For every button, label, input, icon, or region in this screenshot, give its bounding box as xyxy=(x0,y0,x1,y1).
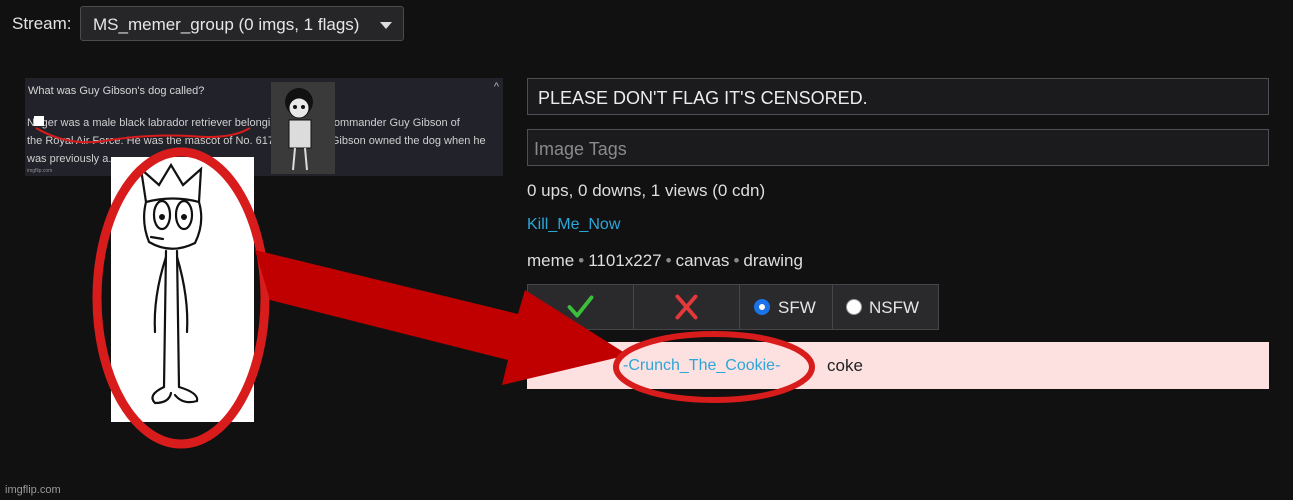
stream-dropdown[interactable]: MS_memer_group (0 imgs, 1 flags) xyxy=(80,6,404,41)
stream-label: Stream: xyxy=(12,14,72,33)
chevron-up-icon: ^ xyxy=(493,81,499,93)
nsfw-label: NSFW xyxy=(869,298,920,317)
meta-separator: • xyxy=(578,251,585,270)
stick-figure-drawing xyxy=(111,157,254,422)
preview-text-line: the Royal Air Force. He was the mascot o… xyxy=(27,135,486,147)
image-stats: 0 ups, 0 downs, 1 views (0 cdn) xyxy=(527,181,766,200)
preview-text-line: N■ger was a male black labrador retrieve… xyxy=(27,117,460,129)
meta-separator: • xyxy=(733,251,740,270)
author-link[interactable]: Kill_Me_Now xyxy=(527,216,620,234)
sketch-character-image xyxy=(271,82,335,174)
caret-down-icon xyxy=(380,22,392,29)
preview-text-line: was previously a... xyxy=(27,153,118,165)
flag-row: -Crunch_The_Cookie- coke xyxy=(527,342,1269,389)
sfw-label: SFW xyxy=(778,298,816,317)
radio-unselected-icon[interactable] xyxy=(846,299,862,315)
flag-user-link[interactable]: -Crunch_The_Cookie- xyxy=(623,357,780,375)
meta-source: canvas xyxy=(675,251,730,270)
nsfw-radio-button[interactable]: NSFW xyxy=(832,284,939,330)
image-title-field[interactable]: PLEASE DON'T FLAG IT'S CENSORED. xyxy=(527,78,1269,115)
image-tags-input[interactable]: Image Tags xyxy=(527,129,1269,166)
stream-dropdown-value: MS_memer_group (0 imgs, 1 flags) xyxy=(93,15,360,34)
x-icon xyxy=(675,294,698,320)
reject-button[interactable] xyxy=(633,284,740,330)
meta-separator: • xyxy=(665,251,672,270)
approve-button[interactable] xyxy=(527,284,634,330)
radio-selected-icon[interactable] xyxy=(754,299,770,315)
preview-question: What was Guy Gibson's dog called? xyxy=(28,85,205,97)
check-icon xyxy=(567,295,594,318)
preview-credit: imgflip.com xyxy=(27,168,53,174)
flag-reason: coke xyxy=(827,356,863,375)
image-preview[interactable]: What was Guy Gibson's dog called? ^ N■ge… xyxy=(25,78,503,176)
image-meta: meme • 1101x227 • canvas • drawing xyxy=(527,251,803,271)
meta-type: meme xyxy=(527,251,575,270)
imgflip-watermark: imgflip.com xyxy=(5,484,61,496)
meta-dimensions: 1101x227 xyxy=(588,251,662,270)
meta-kind: drawing xyxy=(743,251,803,270)
sfw-radio-button[interactable]: SFW xyxy=(739,284,833,330)
